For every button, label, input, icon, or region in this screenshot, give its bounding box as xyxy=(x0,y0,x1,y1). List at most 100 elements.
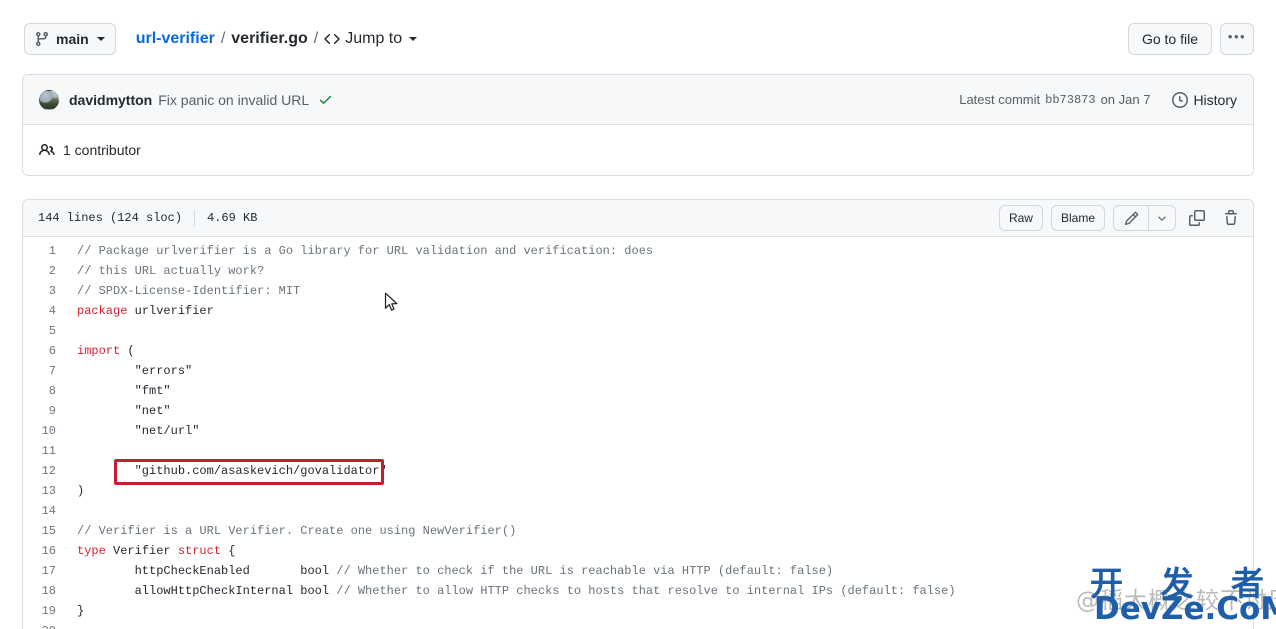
line-number[interactable]: 20 xyxy=(23,624,72,629)
code-token: "fmt" xyxy=(77,384,171,398)
edit-file-button[interactable] xyxy=(1114,206,1148,230)
branch-selector-button[interactable]: main xyxy=(24,23,116,55)
code-line: 12 "github.com/asaskevich/govalidator" xyxy=(23,461,1253,481)
code-token: type xyxy=(77,544,106,558)
line-content: httpCheckEnabled bool // Whether to chec… xyxy=(72,564,834,578)
code-line: 6 import ( xyxy=(23,341,1253,361)
line-number[interactable]: 16 xyxy=(23,544,72,558)
more-options-button[interactable]: ••• xyxy=(1220,23,1254,55)
contributors-label[interactable]: 1 contributor xyxy=(63,142,141,158)
avatar[interactable] xyxy=(39,89,59,110)
code-token: { xyxy=(221,544,236,558)
line-number[interactable]: 13 xyxy=(23,484,72,498)
file-nav-actions: Go to file ••• xyxy=(1127,23,1254,55)
file-action-buttons: Raw Blame xyxy=(998,205,1244,231)
commit-meta: Latest commit bb73873 on Jan 7 History xyxy=(959,91,1237,108)
line-content: "errors" xyxy=(72,364,193,378)
people-icon xyxy=(39,142,55,158)
edit-split-button xyxy=(1113,205,1176,231)
delete-button[interactable] xyxy=(1218,205,1244,231)
code-line: 3 // SPDX-License-Identifier: MIT xyxy=(23,281,1253,301)
line-content: // SPDX-License-Identifier: MIT xyxy=(72,284,300,298)
code-content: 1 // Package urlverifier is a Go library … xyxy=(23,237,1253,629)
code-token: // SPDX-License-Identifier: MIT xyxy=(77,284,301,298)
code-line: 20 xyxy=(23,621,1253,629)
line-number[interactable]: 1 xyxy=(23,244,72,258)
code-line: 18 allowHttpCheckInternal bool // Whethe… xyxy=(23,581,1253,601)
jump-to-button[interactable]: Jump to xyxy=(324,30,418,48)
line-number[interactable]: 14 xyxy=(23,504,72,518)
code-line: 2 // this URL actually work? xyxy=(23,261,1253,281)
latest-commit-label: Latest commit xyxy=(959,92,1041,107)
kebab-menu-icon: ••• xyxy=(1227,29,1247,44)
raw-button[interactable]: Raw xyxy=(998,205,1043,231)
line-content: ) xyxy=(72,484,84,498)
file-navigation-bar: main url-verifier / verifier.go / Jump t… xyxy=(24,22,1254,56)
code-token: ( xyxy=(120,344,135,358)
commit-sha[interactable]: bb73873 xyxy=(1045,93,1095,107)
line-content: // this URL actually work? xyxy=(72,264,264,278)
line-number[interactable]: 2 xyxy=(23,264,72,278)
code-token: // this URL actually work? xyxy=(77,264,265,278)
code-token: "net" xyxy=(77,404,171,418)
copy-icon xyxy=(1189,210,1205,226)
line-number[interactable]: 15 xyxy=(23,524,72,538)
history-label: History xyxy=(1193,91,1237,108)
copy-button[interactable] xyxy=(1184,205,1210,231)
file-size: 4.69 KB xyxy=(207,211,258,225)
code-token: // Whether to allow HTTP checks to hosts… xyxy=(336,584,956,598)
line-number[interactable]: 10 xyxy=(23,424,72,438)
line-content: "net" xyxy=(72,404,171,418)
code-token: "net/url" xyxy=(77,424,200,438)
breadcrumb-separator-1: / xyxy=(220,30,226,47)
breadcrumb-file-name: verifier.go xyxy=(231,30,308,47)
line-number[interactable]: 9 xyxy=(23,404,72,418)
code-token: import xyxy=(77,344,121,358)
code-line: 17 httpCheckEnabled bool // Whether to c… xyxy=(23,561,1253,581)
code-token: urlverifier xyxy=(127,304,214,318)
line-number[interactable]: 19 xyxy=(23,604,72,618)
line-content: "fmt" xyxy=(72,384,171,398)
file-content-panel: 144 lines (124 sloc) 4.69 KB Raw Blame 1… xyxy=(22,199,1254,629)
go-to-file-button[interactable]: Go to file xyxy=(1127,23,1212,55)
line-number[interactable]: 4 xyxy=(23,304,72,318)
blame-button[interactable]: Blame xyxy=(1050,205,1105,231)
line-number[interactable]: 12 xyxy=(23,464,72,478)
check-success-icon[interactable] xyxy=(318,92,333,107)
history-clock-icon xyxy=(1172,91,1189,108)
code-token: httpCheckEnabled bool xyxy=(77,564,337,578)
commit-message-link[interactable]: Fix panic on invalid URL xyxy=(158,92,309,108)
line-number[interactable]: 7 xyxy=(23,364,72,378)
line-content: // Package urlverifier is a Go library f… xyxy=(72,244,653,258)
line-number[interactable]: 17 xyxy=(23,564,72,578)
line-number[interactable]: 18 xyxy=(23,584,72,598)
line-number[interactable]: 5 xyxy=(23,324,72,338)
line-number[interactable]: 8 xyxy=(23,384,72,398)
history-button[interactable]: History xyxy=(1172,91,1237,108)
code-token: package xyxy=(77,304,128,318)
chevron-down-icon xyxy=(409,37,418,41)
file-toolbar: 144 lines (124 sloc) 4.69 KB Raw Blame xyxy=(23,200,1253,237)
code-line: 9 "net" xyxy=(23,401,1253,421)
code-line: 14 xyxy=(23,501,1253,521)
code-brackets-icon xyxy=(324,31,340,47)
code-token: ) xyxy=(77,484,85,498)
edit-options-button[interactable] xyxy=(1149,206,1175,230)
code-token: // Verifier is a URL Verifier. Create on… xyxy=(77,524,517,538)
line-number[interactable]: 6 xyxy=(23,344,72,358)
line-content: type Verifier struct { xyxy=(72,544,235,558)
breadcrumb: url-verifier / verifier.go / Jump to xyxy=(136,30,418,48)
commit-author-link[interactable]: davidmytton xyxy=(69,92,152,108)
line-content: // Verifier is a URL Verifier. Create on… xyxy=(72,524,516,538)
line-content: import ( xyxy=(72,344,135,358)
code-line: 16 type Verifier struct { xyxy=(23,541,1253,561)
code-token: struct xyxy=(177,544,222,558)
code-token: } xyxy=(77,604,85,618)
breadcrumb-repo-link[interactable]: url-verifier xyxy=(136,30,215,48)
divider xyxy=(194,210,196,226)
line-number[interactable]: 11 xyxy=(23,444,72,458)
code-line: 8 "fmt" xyxy=(23,381,1253,401)
code-line: 1 // Package urlverifier is a Go library … xyxy=(23,241,1253,261)
line-number[interactable]: 3 xyxy=(23,284,72,298)
line-content: } xyxy=(72,604,84,618)
